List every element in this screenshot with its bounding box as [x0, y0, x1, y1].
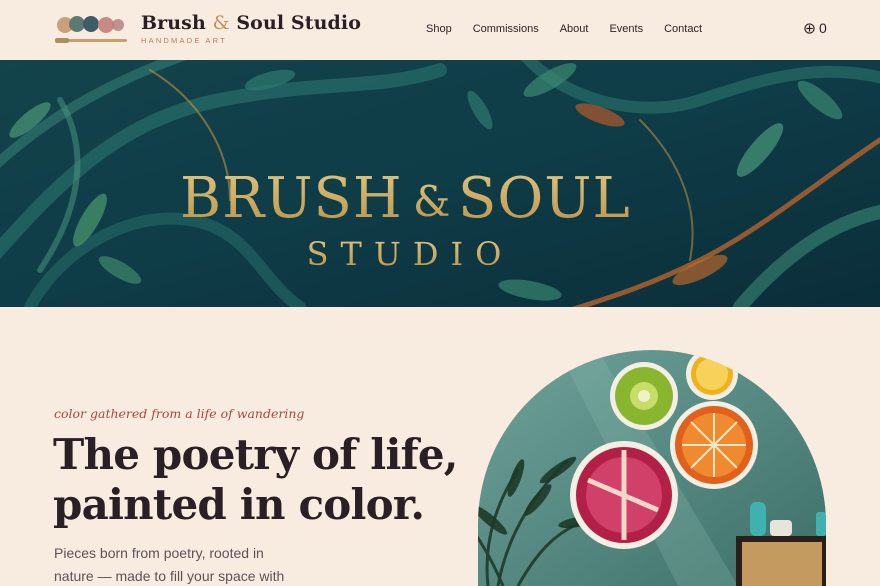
cart-button[interactable]: 0 — [804, 20, 827, 36]
brand-name: Brush & Soul Studio — [141, 12, 361, 34]
hero-banner: BRUSH & SOUL STUDIO — [0, 60, 880, 307]
banner-artwork: BRUSH & SOUL STUDIO — [0, 60, 880, 307]
nav-item-shop[interactable]: Shop — [426, 23, 452, 39]
cart-count: 0 — [819, 20, 827, 36]
nav-item-events[interactable]: Events — [609, 23, 643, 39]
main-nav: Shop Commissions About Events Contact — [426, 23, 723, 39]
fruit-plates-image — [478, 350, 826, 586]
svg-text:SOUL: SOUL — [458, 166, 631, 231]
svg-text:&: & — [413, 177, 450, 226]
hero-headline: The poetry of life, painted in color. — [53, 430, 458, 529]
cart-icon — [804, 22, 815, 34]
hero-eyebrow: color gathered from a life of wandering — [54, 406, 305, 421]
nav-item-about[interactable]: About — [560, 23, 589, 39]
site-header: Brush & Soul Studio HANDMADE ART Shop Co… — [0, 0, 880, 60]
hero-artwork — [478, 350, 826, 586]
hero-body: Pieces born from poetry, rooted in natur… — [54, 545, 285, 584]
nav-item-commissions[interactable]: Commissions — [473, 23, 539, 39]
svg-text:BRUSH: BRUSH — [180, 166, 403, 231]
brand-tagline: HANDMADE ART — [141, 36, 227, 45]
svg-text:STUDIO: STUDIO — [307, 235, 514, 273]
brush-palette-icon — [55, 16, 127, 43]
nav-item-contact[interactable]: Contact — [664, 23, 702, 39]
brand-logo-link[interactable]: Brush & Soul Studio HANDMADE ART — [55, 10, 361, 50]
